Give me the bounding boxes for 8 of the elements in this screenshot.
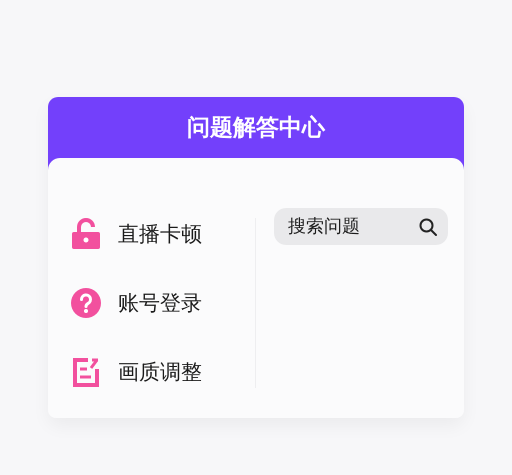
search-field[interactable]: 搜索问题 bbox=[274, 208, 448, 245]
edit-note-icon bbox=[70, 356, 102, 388]
help-icon bbox=[70, 287, 102, 319]
search-icon[interactable] bbox=[418, 217, 438, 237]
card-title: 问题解答中心 bbox=[187, 114, 325, 143]
topic-link[interactable]: 画质调整 bbox=[118, 358, 202, 386]
topic-link[interactable]: 账号登录 bbox=[118, 289, 202, 317]
topic-link[interactable]: 直播卡顿 bbox=[118, 220, 202, 248]
